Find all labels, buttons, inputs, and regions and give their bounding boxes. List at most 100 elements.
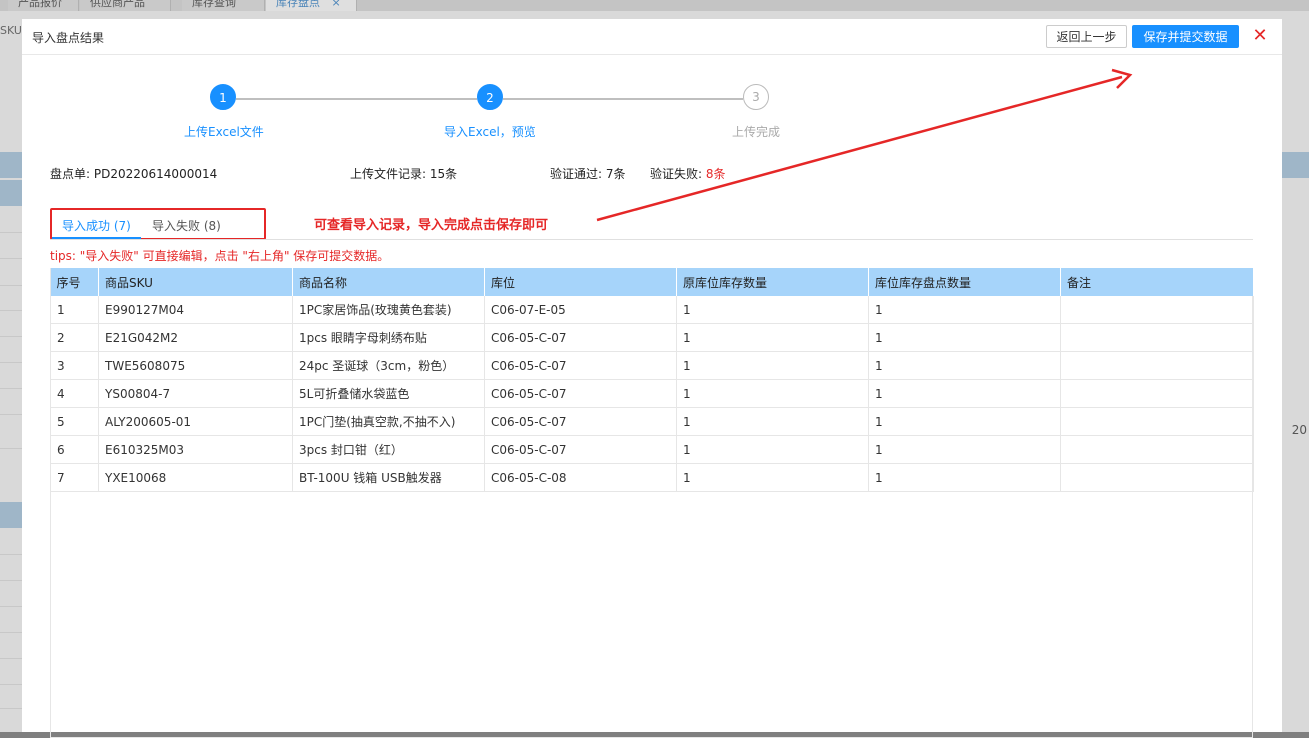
upload-records-label: 上传文件记录: xyxy=(350,167,427,181)
close-icon[interactable]: × xyxy=(332,0,341,9)
cell-remark xyxy=(1060,407,1254,436)
background-tab-supplier-product[interactable]: 供应商产品 xyxy=(80,0,171,11)
step-connector xyxy=(236,98,477,100)
step-3-circle: 3 xyxy=(743,84,769,110)
cell-name: BT-100U 钱箱 USB触发器 xyxy=(292,463,485,492)
cell-remark xyxy=(1060,323,1254,352)
background-divider xyxy=(0,232,22,233)
cell-index: 2 xyxy=(50,323,99,352)
table-header-row: 序号 商品SKU 商品名称 库位 原库位库存数量 库位库存盘点数量 备注 xyxy=(50,268,1254,296)
cell-original-qty: 1 xyxy=(676,463,869,492)
cell-index: 5 xyxy=(50,407,99,436)
cell-location: C06-07-E-05 xyxy=(484,296,677,324)
validation-fail-label: 验证失败: xyxy=(650,167,703,181)
background-divider xyxy=(0,388,22,389)
background-divider xyxy=(0,448,22,449)
table-row[interactable]: 4 YS00804-7 5L可折叠储水袋蓝色 C06-05-C-07 1 1 xyxy=(50,379,1254,408)
upload-records-value: 15条 xyxy=(429,167,458,181)
background-divider xyxy=(0,606,22,607)
column-header-remark: 备注 xyxy=(1060,268,1254,296)
cell-index: 6 xyxy=(50,435,99,464)
step-2-circle: 2 xyxy=(477,84,503,110)
background-divider xyxy=(0,336,22,337)
background-divider xyxy=(0,414,22,415)
background-divider xyxy=(0,708,22,709)
close-icon[interactable]: ✕ xyxy=(1251,25,1269,47)
cell-counted-qty: 1 xyxy=(868,435,1061,464)
save-submit-button[interactable]: 保存并提交数据 xyxy=(1132,25,1239,48)
cell-counted-qty: 1 xyxy=(868,296,1061,324)
column-header-original-qty: 原库位库存数量 xyxy=(676,268,869,296)
cell-index: 3 xyxy=(50,351,99,380)
cell-sku: TWE5608075 xyxy=(98,351,293,380)
modal-header: 导入盘点结果 返回上一步 保存并提交数据 ✕ xyxy=(22,19,1282,55)
upload-records-info: 上传文件记录: 15条 xyxy=(350,165,457,182)
table-row[interactable]: 3 TWE5608075 24pc 圣诞球（3cm，粉色） C06-05-C-0… xyxy=(50,351,1254,380)
background-divider xyxy=(0,632,22,633)
table-row[interactable]: 6 E610325M03 3pcs 封口钳（红） C06-05-C-07 1 1 xyxy=(50,435,1254,464)
table-row[interactable]: 2 E21G042M2 1pcs 眼睛字母刺绣布贴 C06-05-C-07 1 … xyxy=(50,323,1254,352)
back-button[interactable]: 返回上一步 xyxy=(1046,25,1127,48)
background-tab-product-quote[interactable]: 产品报价 xyxy=(8,0,79,11)
cell-remark xyxy=(1060,435,1254,464)
cell-name: 1PC家居饰品(玫瑰黄色套装) xyxy=(292,296,485,324)
cell-remark xyxy=(1060,463,1254,492)
cell-counted-qty: 1 xyxy=(868,351,1061,380)
cell-counted-qty: 1 xyxy=(868,407,1061,436)
cell-name: 5L可折叠储水袋蓝色 xyxy=(292,379,485,408)
cell-index: 7 xyxy=(50,463,99,492)
cell-sku: ALY200605-01 xyxy=(98,407,293,436)
cell-remark xyxy=(1060,351,1254,380)
column-header-sku: 商品SKU xyxy=(98,268,293,296)
background-tab-stock-query[interactable]: 库存查询 xyxy=(182,0,265,11)
cell-location: C06-05-C-07 xyxy=(484,407,677,436)
step-1-circle: 1 xyxy=(210,84,236,110)
column-header-name: 商品名称 xyxy=(292,268,485,296)
cell-remark xyxy=(1060,379,1254,408)
cell-counted-qty: 1 xyxy=(868,379,1061,408)
cell-name: 1PC门垫(抽真空款,不抽不入) xyxy=(292,407,485,436)
tabs-divider xyxy=(50,239,1253,240)
background-divider xyxy=(0,258,22,259)
background-tab-stock-count[interactable]: 库存盘点 × xyxy=(266,0,357,11)
cell-original-qty: 1 xyxy=(676,351,869,380)
validation-pass-label: 验证通过: xyxy=(550,167,603,181)
cell-original-qty: 1 xyxy=(676,407,869,436)
background-divider xyxy=(0,658,22,659)
cell-remark xyxy=(1060,296,1254,324)
validation-fail-value: 8条 xyxy=(705,167,726,181)
cell-original-qty: 1 xyxy=(676,323,869,352)
step-connector xyxy=(503,98,743,100)
background-cell-text: 20 xyxy=(1291,423,1307,437)
cell-location: C06-05-C-07 xyxy=(484,323,677,352)
validation-pass-info: 验证通过: 7条 xyxy=(550,165,626,182)
validation-pass-value: 7条 xyxy=(605,167,626,181)
tips-text: tips: "导入失败" 可直接编辑，点击 "右上角" 保存可提交数据。 xyxy=(50,249,390,263)
cell-sku: YS00804-7 xyxy=(98,379,293,408)
cell-name: 24pc 圣诞球（3cm，粉色） xyxy=(292,351,485,380)
cell-location: C06-05-C-08 xyxy=(484,463,677,492)
cell-original-qty: 1 xyxy=(676,379,869,408)
background-divider xyxy=(0,310,22,311)
cell-index: 1 xyxy=(50,296,99,324)
cell-location: C06-05-C-07 xyxy=(484,351,677,380)
validation-fail-info: 验证失败: 8条 xyxy=(650,165,726,182)
table-row[interactable]: 1 E990127M04 1PC家居饰品(玫瑰黄色套装) C06-07-E-05… xyxy=(50,296,1254,324)
table-row[interactable]: 5 ALY200605-01 1PC门垫(抽真空款,不抽不入) C06-05-C… xyxy=(50,407,1254,436)
table-row[interactable]: 7 YXE10068 BT-100U 钱箱 USB触发器 C06-05-C-08… xyxy=(50,463,1254,492)
modal-title: 导入盘点结果 xyxy=(32,31,105,45)
step-1-label: 上传Excel文件 xyxy=(184,125,264,139)
background-row-highlight xyxy=(0,152,22,178)
cell-location: C06-05-C-07 xyxy=(484,435,677,464)
background-divider xyxy=(0,554,22,555)
tab-import-failed[interactable]: 导入失败 (8) xyxy=(152,217,221,234)
cell-location: C06-05-C-07 xyxy=(484,379,677,408)
tab-import-success[interactable]: 导入成功 (7) xyxy=(62,217,131,234)
annotation-text: 可查看导入记录，导入完成点击保存即可 xyxy=(314,218,549,233)
count-order-value: PD20220614000014 xyxy=(93,167,218,181)
background-row-highlight xyxy=(0,502,22,528)
import-result-modal: 导入盘点结果 返回上一步 保存并提交数据 ✕ 1 2 3 上传Excel文件 导… xyxy=(22,19,1282,738)
cell-sku: YXE10068 xyxy=(98,463,293,492)
cell-sku: E21G042M2 xyxy=(98,323,293,352)
background-row-highlight xyxy=(1282,152,1309,178)
